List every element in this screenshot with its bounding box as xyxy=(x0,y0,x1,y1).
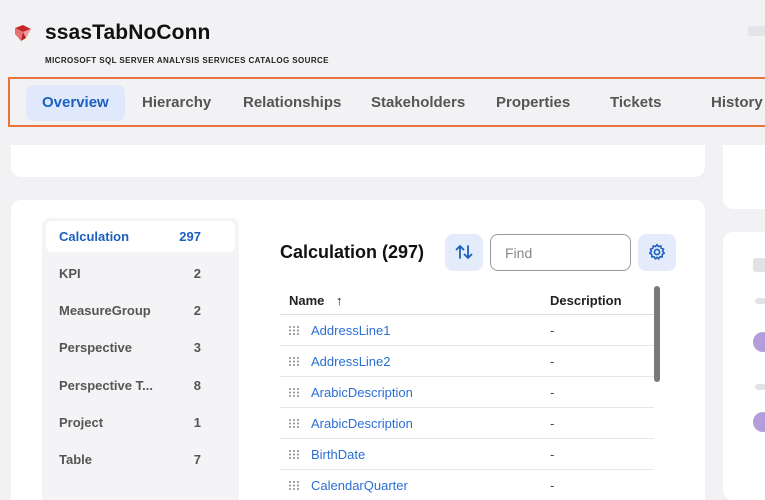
sort-ascending-icon[interactable]: ↑ xyxy=(336,293,343,308)
sidebar-item-label: Table xyxy=(59,452,92,467)
sidebar-item-perspective[interactable]: Perspective 3 xyxy=(46,332,235,363)
content-title: Calculation (297) xyxy=(280,242,425,262)
sidebar-item-count: 1 xyxy=(193,415,201,430)
sidebar-item-label: Perspective T... xyxy=(59,378,153,393)
row-name-link[interactable]: AddressLine2 xyxy=(311,354,391,369)
tab-properties[interactable]: Properties xyxy=(480,85,586,121)
table-row[interactable]: BirthDate - xyxy=(280,439,654,470)
tab-stakeholders[interactable]: Stakeholders xyxy=(355,85,481,121)
settings-button[interactable] xyxy=(638,234,676,271)
sidebar-item-perspective-table[interactable]: Perspective T... 8 xyxy=(46,370,235,401)
row-description: - xyxy=(550,478,555,493)
table-row[interactable]: AddressLine1 - xyxy=(280,315,654,346)
row-name-link[interactable]: BirthDate xyxy=(311,447,365,462)
side-people-panel xyxy=(723,232,765,500)
avatar[interactable] xyxy=(753,412,765,432)
tab-overview[interactable]: Overview xyxy=(26,85,125,121)
side-panel-label-placeholder xyxy=(755,384,765,390)
drag-handle-icon[interactable] xyxy=(288,387,300,398)
sidebar-item-count: 297 xyxy=(179,229,201,244)
row-name-link[interactable]: ArabicDescription xyxy=(311,416,413,431)
drag-handle-icon[interactable] xyxy=(288,325,300,336)
ssas-cube-logo-icon xyxy=(15,25,31,41)
table-row[interactable]: ArabicDescription - xyxy=(280,377,654,408)
page-title: ssasTabNoConn xyxy=(45,21,211,44)
find-input[interactable] xyxy=(490,234,631,271)
sort-button[interactable] xyxy=(445,234,483,271)
tab-tickets[interactable]: Tickets xyxy=(594,85,677,121)
drag-handle-icon[interactable] xyxy=(288,418,300,429)
row-description: - xyxy=(550,416,555,431)
row-description: - xyxy=(550,447,555,462)
sidebar-item-kpi[interactable]: KPI 2 xyxy=(46,258,235,289)
sidebar-item-table[interactable]: Table 7 xyxy=(46,444,235,475)
gear-icon xyxy=(648,243,666,260)
column-header-description[interactable]: Description xyxy=(550,293,622,308)
tab-bar: Overview Hierarchy Relationships Stakeho… xyxy=(8,77,765,127)
sidebar-item-label: MeasureGroup xyxy=(59,303,151,318)
header-action-placeholder[interactable] xyxy=(748,26,765,36)
tab-relationships[interactable]: Relationships xyxy=(227,85,357,121)
column-header-name[interactable]: Name xyxy=(289,293,324,308)
sidebar-item-count: 3 xyxy=(193,340,201,355)
sidebar-item-count: 2 xyxy=(193,266,201,281)
sidebar-item-count: 7 xyxy=(193,452,201,467)
page-subtitle: MICROSOFT SQL SERVER ANALYSIS SERVICES C… xyxy=(45,56,329,65)
table-row[interactable]: AddressLine2 - xyxy=(280,346,654,377)
row-name-link[interactable]: CalendarQuarter xyxy=(311,478,408,493)
drag-handle-icon[interactable] xyxy=(288,449,300,460)
sidebar-item-measuregroup[interactable]: MeasureGroup 2 xyxy=(46,295,235,326)
sidebar-item-count: 8 xyxy=(193,378,201,393)
table-scrollbar[interactable] xyxy=(654,286,660,382)
drag-handle-icon[interactable] xyxy=(288,480,300,491)
sidebar-item-label: Project xyxy=(59,415,104,430)
sort-arrows-icon xyxy=(455,245,473,259)
table-row[interactable]: ArabicDescription - xyxy=(280,408,654,439)
row-name-link[interactable]: ArabicDescription xyxy=(311,385,413,400)
row-description: - xyxy=(550,354,555,369)
sidebar-item-label: Perspective xyxy=(59,340,132,355)
side-info-panel xyxy=(723,145,765,209)
sidebar-item-label: KPI xyxy=(59,266,81,281)
table-row[interactable]: CalendarQuarter - xyxy=(280,470,654,500)
side-panel-title-placeholder xyxy=(753,258,765,272)
row-description: - xyxy=(550,323,555,338)
row-name-link[interactable]: AddressLine1 xyxy=(311,323,391,338)
sidebar-item-project[interactable]: Project 1 xyxy=(46,407,235,438)
sidebar-item-label: Calculation xyxy=(59,229,130,244)
tab-hierarchy[interactable]: Hierarchy xyxy=(126,85,227,121)
asset-type-list: Calculation 297 KPI 2 MeasureGroup 2 Per… xyxy=(42,218,239,500)
drag-handle-icon[interactable] xyxy=(288,356,300,367)
row-description: - xyxy=(550,385,555,400)
side-panel-label-placeholder xyxy=(755,298,765,304)
sidebar-item-calculation[interactable]: Calculation 297 xyxy=(46,221,235,252)
overview-summary-panel xyxy=(11,145,705,177)
sidebar-item-count: 2 xyxy=(193,303,201,318)
tab-history[interactable]: History xyxy=(695,85,765,121)
page-header: ssasTabNoConn MICROSOFT SQL SERVER ANALY… xyxy=(0,0,765,75)
avatar[interactable] xyxy=(753,332,765,352)
